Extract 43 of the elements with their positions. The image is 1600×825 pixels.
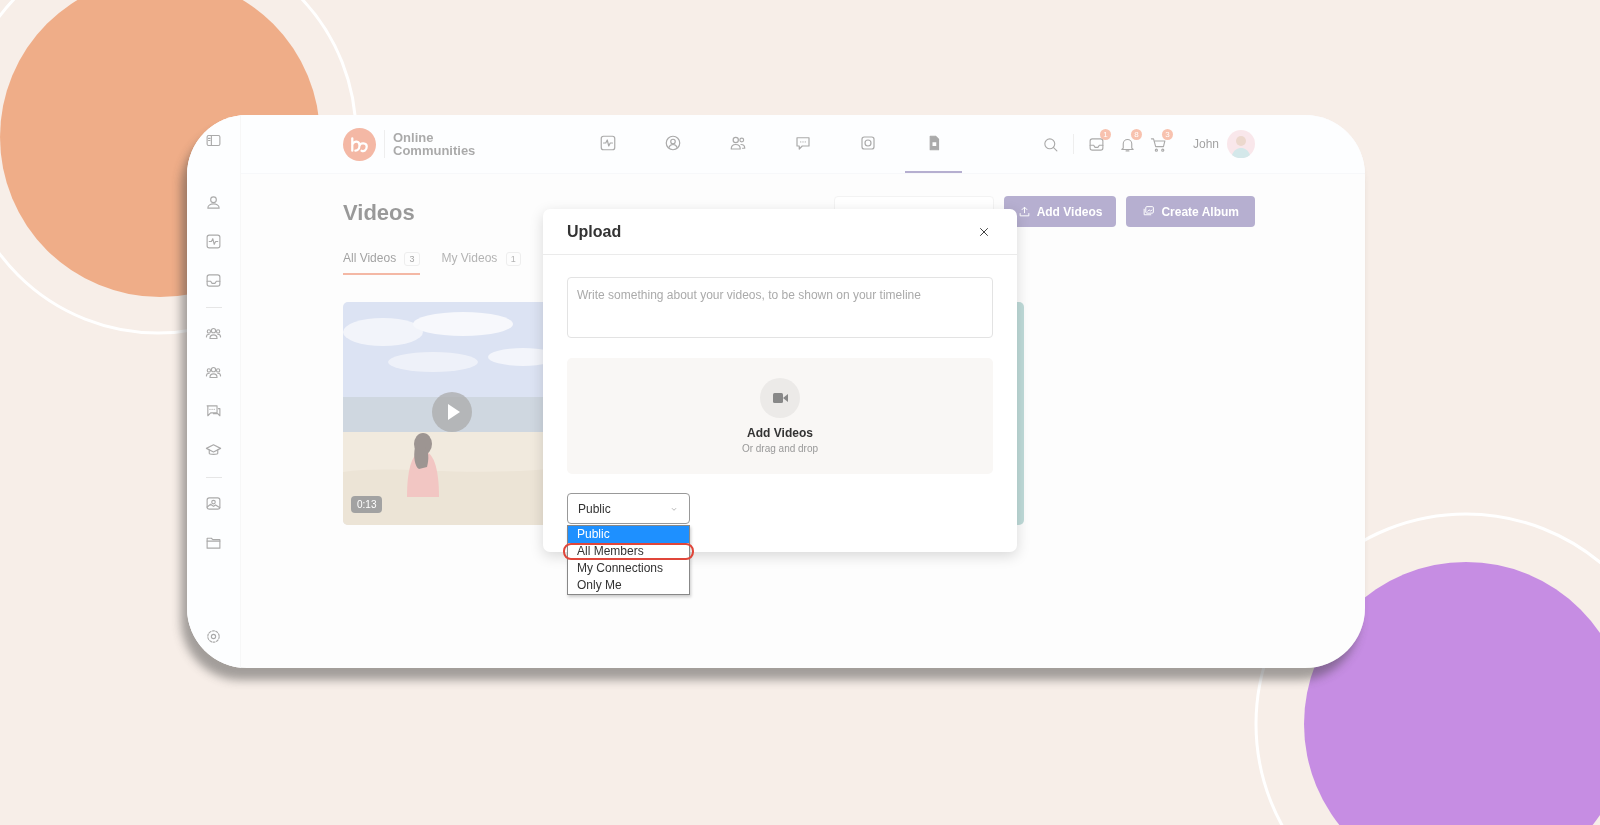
person-icon[interactable] [205,194,222,211]
tab[interactable]: My Videos 1 [441,251,521,275]
activity-icon[interactable] [205,233,222,250]
inbox-icon[interactable] [205,272,222,289]
cart-icon[interactable] [1149,135,1167,153]
play-button[interactable] [432,392,472,432]
logo-icon[interactable] [343,127,376,161]
count-badge: 3 [1161,128,1173,140]
album-icon [1142,205,1156,218]
tab[interactable]: All Videos 3 [343,251,420,275]
profile-icon [664,134,682,152]
video-duration: 0:13 [351,496,383,513]
post-field[interactable]: Write something about your videos, to be shown on your timeline [567,277,993,338]
activity-icon [599,134,617,152]
settings-icon[interactable] [205,628,222,645]
drop-title: Add Videos [747,426,813,440]
camera-icon [859,134,877,152]
drop-hint: Or drag and drop [741,443,819,454]
user-name[interactable]: John [1192,137,1219,151]
people-icon [729,134,747,152]
brand-name: Online Communities [393,131,476,157]
count-badge: 1 [1099,128,1111,140]
video-card[interactable]: 0:13 [343,302,558,525]
group-icon[interactable] [205,325,222,342]
avatar[interactable] [1227,130,1255,158]
chat-icon [794,134,812,152]
dropdown-option[interactable]: My Connections [568,560,689,577]
dialog-title: Upload [567,222,622,241]
page-title: Videos [343,200,415,226]
count-badge: 8 [1130,128,1142,140]
dropdown-option[interactable]: All Members [563,543,694,560]
video-camera-icon [760,378,800,418]
action-button[interactable]: Create Album [1126,196,1255,227]
group-icon[interactable] [205,364,222,381]
upload-icon [1017,205,1031,218]
search-icon[interactable] [1041,135,1059,153]
inbox-icon[interactable] [1087,135,1105,153]
privacy-select[interactable]: Public [567,493,690,524]
drop-zone[interactable]: Add Videos Or drag and drop [567,358,993,474]
image-icon[interactable] [205,495,222,512]
dropdown-option[interactable]: Public [568,526,689,543]
dropdown-option[interactable]: Only Me [568,577,689,594]
action-button[interactable]: Add Videos [1003,196,1117,227]
